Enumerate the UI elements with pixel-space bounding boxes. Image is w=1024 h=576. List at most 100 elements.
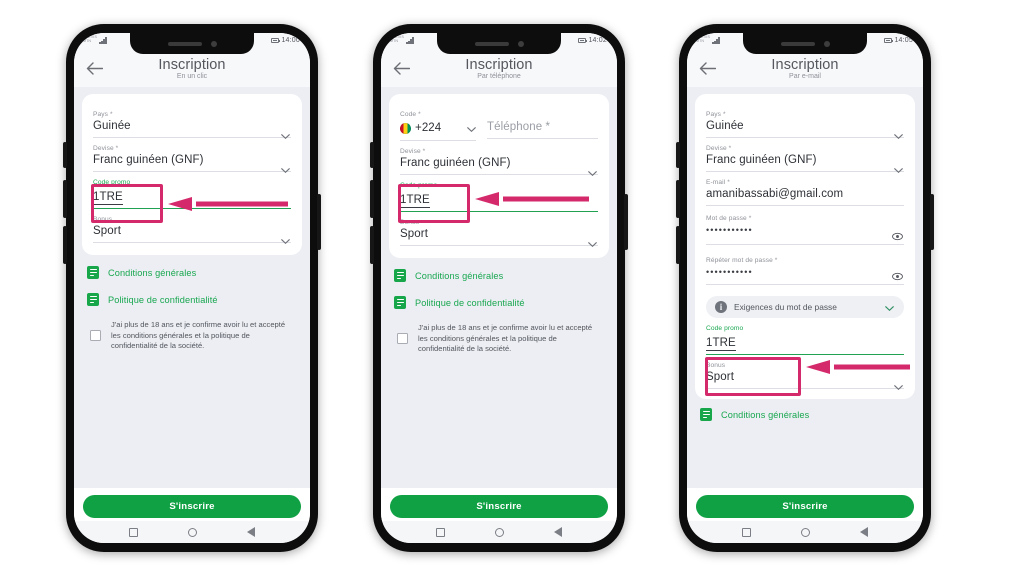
- password-requirements-bar[interactable]: i Exigences du mot de passe: [706, 296, 904, 318]
- recent-apps-icon[interactable]: [742, 527, 751, 537]
- chevron-down-icon[interactable]: [281, 231, 290, 245]
- field-code-promo[interactable]: Code promo 1TRE: [400, 175, 598, 212]
- page-title: Inscription: [771, 56, 839, 73]
- notch: [437, 33, 561, 54]
- field-pays[interactable]: Pays * Guinée: [706, 104, 904, 140]
- submit-button[interactable]: S'inscrire: [696, 495, 914, 518]
- country-code-value: +224: [400, 119, 476, 137]
- link-conditions-generales[interactable]: Conditions générales: [394, 269, 604, 282]
- notch: [743, 33, 867, 54]
- back-arrow-icon[interactable]: [84, 58, 104, 78]
- field-bonus[interactable]: Bonus Sport: [706, 355, 904, 391]
- back-nav-icon[interactable]: [247, 527, 255, 537]
- android-nav-bar: [381, 521, 617, 543]
- link-conditions-generales[interactable]: Conditions générales: [700, 408, 910, 421]
- volume-down-button[interactable]: [676, 226, 680, 264]
- status-clock: 14:05: [894, 37, 913, 44]
- power-button[interactable]: [930, 194, 934, 250]
- field-repeat-password[interactable]: Répéter mot de passe * •••••••••••: [706, 245, 904, 285]
- phone-side-button[interactable]: [676, 142, 680, 168]
- chevron-down-icon[interactable]: [894, 160, 903, 174]
- status-bar-right: 14:02: [578, 37, 607, 44]
- page-subtitle: Par téléphone: [477, 72, 521, 80]
- info-icon: i: [715, 301, 727, 313]
- phone-screen: CELTIIS MTN 14:02 Inscription Par téléph…: [381, 33, 617, 543]
- phone-side-button[interactable]: [63, 142, 67, 168]
- agreement-checkbox[interactable]: [90, 330, 101, 342]
- back-arrow-icon[interactable]: [697, 58, 717, 78]
- chevron-down-icon[interactable]: [588, 234, 597, 248]
- link-politique-confidentialite[interactable]: Politique de confidentialité: [394, 296, 604, 309]
- home-icon[interactable]: [495, 527, 504, 537]
- field-password[interactable]: Mot de passe * •••••••••••: [706, 206, 904, 245]
- home-icon[interactable]: [801, 527, 810, 537]
- chevron-down-icon[interactable]: [894, 377, 903, 391]
- field-bonus[interactable]: Bonus Sport: [93, 209, 291, 245]
- volume-up-button[interactable]: [676, 180, 680, 218]
- signal-icon: [99, 37, 107, 44]
- document-icon: [700, 408, 712, 421]
- field-country-code[interactable]: Code * +224: [400, 111, 476, 141]
- chevron-down-icon[interactable]: [588, 163, 597, 177]
- link-politique-confidentialite[interactable]: Politique de confidentialité: [87, 293, 297, 306]
- chevron-down-icon[interactable]: [467, 119, 476, 137]
- battery-icon: [884, 38, 894, 43]
- document-icon: [87, 266, 99, 279]
- volume-down-button[interactable]: [63, 226, 67, 264]
- field-email[interactable]: E-mail * amanibassabi@gmail.com: [706, 172, 904, 206]
- form-scroll-area: Pays * Guinée Devise * Franc guinéen (GN…: [687, 87, 923, 488]
- field-underline: [706, 388, 904, 389]
- back-nav-icon[interactable]: [860, 527, 868, 537]
- phone-side-button[interactable]: [370, 142, 374, 168]
- home-icon[interactable]: [188, 527, 197, 537]
- back-arrow-icon[interactable]: [391, 58, 411, 78]
- age-agreement-row[interactable]: J'ai plus de 18 ans et je confirme avoir…: [389, 323, 609, 355]
- link-conditions-generales[interactable]: Conditions générales: [87, 266, 297, 279]
- volume-up-button[interactable]: [63, 180, 67, 218]
- battery-icon: [271, 38, 281, 43]
- field-devise[interactable]: Devise * Franc guinéen (GNF): [93, 138, 291, 174]
- agreement-text: J'ai plus de 18 ans et je confirme avoir…: [418, 323, 593, 354]
- power-button[interactable]: [624, 194, 628, 250]
- app-bar: Inscription En un clic: [74, 55, 310, 87]
- volume-down-button[interactable]: [370, 226, 374, 264]
- earpiece-speaker: [474, 41, 509, 46]
- age-agreement-row[interactable]: J'ai plus de 18 ans et je confirme avoir…: [82, 320, 302, 352]
- submit-button[interactable]: S'inscrire: [390, 495, 608, 518]
- notch: [130, 33, 254, 54]
- android-nav-bar: [74, 521, 310, 543]
- status-bar-left: CELTIIS MTN: [83, 35, 107, 44]
- header-titles: Inscription En un clic: [74, 57, 310, 80]
- carrier-label: CELTIIS MTN: [696, 35, 711, 44]
- chevron-down-icon[interactable]: [281, 160, 290, 174]
- signal-icon: [712, 37, 720, 44]
- chevron-down-icon[interactable]: [894, 126, 903, 140]
- field-devise[interactable]: Devise * Franc guinéen (GNF): [706, 138, 904, 174]
- back-nav-icon[interactable]: [554, 527, 562, 537]
- status-bar-right: 14:05: [884, 37, 913, 44]
- chevron-down-icon[interactable]: [281, 126, 290, 140]
- field-code-promo[interactable]: Code promo 1TRE: [93, 172, 291, 209]
- chevron-down-icon[interactable]: [885, 298, 894, 316]
- header-titles: Inscription Par e-mail: [687, 57, 923, 80]
- agreement-checkbox[interactable]: [397, 333, 408, 345]
- volume-up-button[interactable]: [370, 180, 374, 218]
- field-code-promo[interactable]: Code promo 1TRE: [706, 318, 904, 355]
- recent-apps-icon[interactable]: [129, 527, 138, 537]
- field-phone-number[interactable]: Téléphone *: [487, 111, 598, 141]
- page-subtitle: Par e-mail: [789, 72, 821, 80]
- email-value: amanibassabi@gmail.com: [706, 188, 844, 200]
- submit-button[interactable]: S'inscrire: [83, 495, 301, 518]
- repeat-password-masked-value: •••••••••••: [706, 267, 753, 277]
- field-devise[interactable]: Devise * Franc guinéen (GNF): [400, 141, 598, 177]
- field-bonus[interactable]: Bonus Sport: [400, 212, 598, 248]
- promo-input-value: 1TRE: [93, 191, 123, 205]
- eye-toggle-icon[interactable]: [892, 269, 903, 281]
- status-bar-right: 14:00: [271, 37, 300, 44]
- power-button[interactable]: [317, 194, 321, 250]
- android-nav-bar: [687, 521, 923, 543]
- field-pays[interactable]: Pays * Guinée: [93, 104, 291, 140]
- eye-toggle-icon[interactable]: [892, 229, 903, 241]
- recent-apps-icon[interactable]: [436, 527, 445, 537]
- phone-device-by-phone: CELTIIS MTN 14:02 Inscription Par téléph…: [370, 24, 628, 552]
